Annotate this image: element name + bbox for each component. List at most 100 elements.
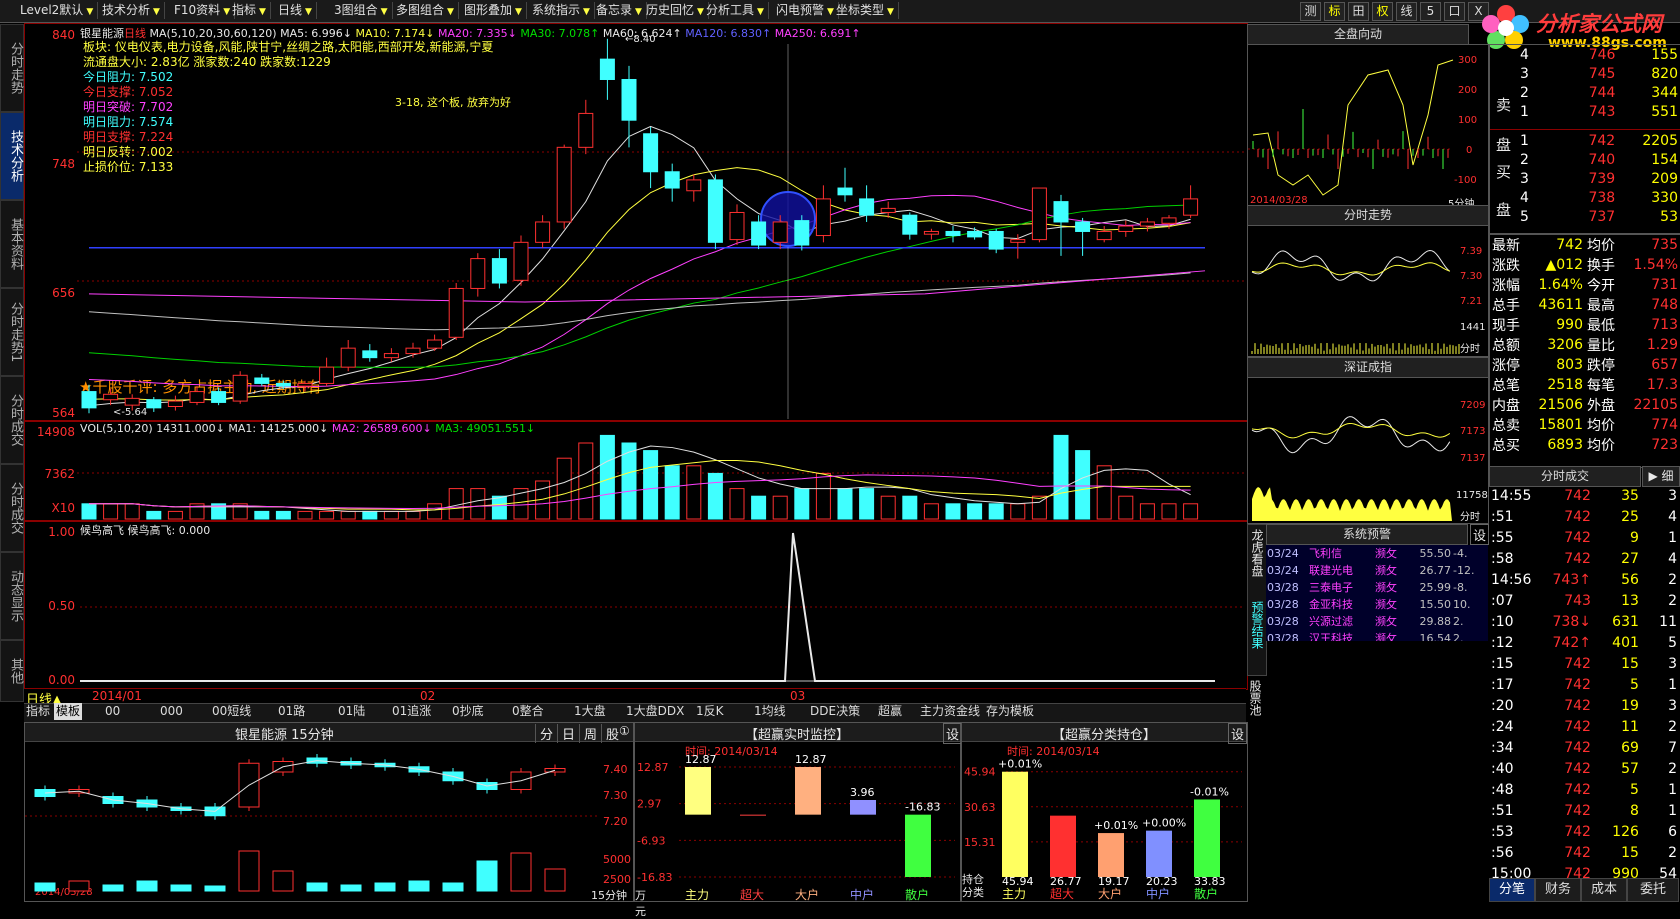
stat-row[interactable]: 总手 43611 最高 748	[1490, 295, 1680, 315]
buy-row[interactable]: 4 738 330	[1518, 188, 1680, 207]
buy-row[interactable]: 1 742 2205	[1518, 131, 1680, 150]
ind-tab-01chase[interactable]: 01追涨	[392, 703, 431, 720]
menu-level2[interactable]: Level2默认 ▼	[16, 2, 99, 19]
ind-tab-indicator[interactable]: 指标	[26, 703, 50, 720]
buy-row[interactable]: 2 740 154	[1518, 150, 1680, 169]
stat-row[interactable]: 总卖 15801 均价 774	[1490, 415, 1680, 435]
ind-tab-0bottom[interactable]: 0抄底	[452, 703, 484, 720]
index-chart[interactable]	[1248, 378, 1488, 523]
trade-row[interactable]: :56 742 15 2	[1489, 843, 1679, 864]
ind-tab-1market[interactable]: 1大盘	[574, 703, 606, 720]
menu-alert[interactable]: 闪电预警 ▼	[772, 2, 839, 19]
menu-tech-analysis[interactable]: 技术分析 ▼	[98, 2, 165, 19]
trade-row[interactable]: :48 742 5 1	[1489, 780, 1679, 801]
trade-row[interactable]: :40 742 57 2	[1489, 759, 1679, 780]
measure-icon[interactable]: 测	[1300, 2, 1321, 21]
side-tab-dynamic[interactable]: 动态显示	[0, 552, 24, 640]
trade-row[interactable]: :34 742 69 7	[1489, 738, 1679, 759]
side-tab-trades2[interactable]: 分时成交	[0, 464, 24, 552]
stat-row[interactable]: 总笔 2518 每笔 17.3	[1490, 375, 1680, 395]
trade-row[interactable]: :51 742 25 4	[1489, 507, 1679, 528]
line-icon[interactable]: 线	[1396, 2, 1417, 21]
menu-period[interactable]: 日线 ▼	[274, 2, 317, 19]
ind-tab-chaoying[interactable]: 超赢	[878, 703, 902, 720]
menu-indicator[interactable]: 指标 ▼	[228, 2, 271, 19]
ind-tab-00short[interactable]: 00短线	[212, 703, 251, 720]
trade-row[interactable]: :24 742 11 2	[1489, 717, 1679, 738]
tab-finance[interactable]: 财务	[1535, 878, 1581, 902]
ind-tab-mainfund[interactable]: 主力资金线	[920, 703, 980, 720]
side-tab-intraday[interactable]: 分时走势	[0, 24, 24, 112]
mini-btn-settings[interactable]: ①	[619, 724, 630, 738]
menu-f10[interactable]: F10资料 ▼	[170, 2, 236, 19]
kline-chart[interactable]	[25, 24, 1247, 421]
rights-icon[interactable]: 权	[1372, 2, 1393, 21]
trade-row[interactable]: 15:00 742 990 54	[1489, 864, 1679, 878]
holding-settings-button[interactable]: 设	[1228, 723, 1248, 744]
alert-row[interactable]: 03/28 汉王科技 濒攵 16.54 2.	[1266, 630, 1475, 641]
trade-row[interactable]: 14:55 742 35 3	[1489, 486, 1679, 507]
trade-row[interactable]: :53 742 126 6	[1489, 822, 1679, 843]
menu-memo[interactable]: 备忘录 ▼	[592, 2, 647, 19]
side-tab-trades[interactable]: 分时成交	[0, 376, 24, 464]
window-icon[interactable]: 口	[1444, 2, 1465, 21]
buy-row[interactable]: 3 739 209	[1518, 169, 1680, 188]
menu-system-hint[interactable]: 系统指示 ▼	[528, 2, 595, 19]
trade-row[interactable]: :07 743 13 2	[1489, 591, 1679, 612]
side-tab-tech[interactable]: 技术分析	[0, 112, 24, 200]
side-tab-intraday1[interactable]: 分时走势1	[0, 288, 24, 376]
menu-history[interactable]: 历史回忆 ▼	[642, 2, 709, 19]
trades-detail-button[interactable]: ▶ 细	[1642, 466, 1680, 487]
stat-row[interactable]: 涨跌 ▲012 换手 1.54%	[1490, 255, 1680, 275]
volume-chart[interactable]	[25, 421, 1247, 521]
ind-tab-00[interactable]: 00	[105, 703, 120, 720]
ind-tab-0merge[interactable]: 0整合	[512, 703, 544, 720]
ind-tab-01road[interactable]: 01路	[278, 703, 305, 720]
ind-tab-000[interactable]: 000	[160, 703, 183, 720]
alert-row[interactable]: 03/24 联建光电 濒攵 26.77 -12.	[1266, 562, 1475, 579]
stat-row[interactable]: 现手 990 最低 713	[1490, 315, 1680, 335]
alert-row[interactable]: 03/28 金亚科技 濒攵 15.50 10.	[1266, 596, 1475, 613]
ind-tab-dde[interactable]: DDE决策	[810, 703, 860, 720]
stat-row[interactable]: 最新 742 均价 735	[1490, 235, 1680, 255]
menu-tools[interactable]: 分析工具 ▼	[702, 2, 769, 19]
sell-row[interactable]: 1 743 551	[1518, 102, 1680, 121]
tab-orders[interactable]: 委托	[1627, 878, 1679, 902]
alert-row[interactable]: 03/28 三泰电子 濒攵 25.99 -8.	[1266, 579, 1475, 596]
alert-row[interactable]: 03/28 兴源过滤 濒攵 29.88 2.	[1266, 613, 1475, 630]
trade-row[interactable]: :55 742 9 1	[1489, 528, 1679, 549]
stat-row[interactable]: 涨幅 1.64% 今开 731	[1490, 275, 1680, 295]
ind-tab-01land[interactable]: 01陆	[338, 703, 365, 720]
menu-overlay[interactable]: 图形叠加 ▼	[460, 2, 527, 19]
indicator-chart[interactable]	[25, 521, 1247, 689]
trade-row[interactable]: :15 742 15 3	[1489, 654, 1679, 675]
stat-row[interactable]: 内盘 21506 外盘 22105	[1490, 395, 1680, 415]
stat-row[interactable]: 总额 3206 量比 1.29	[1490, 335, 1680, 355]
trade-row[interactable]: :17 742 5 1	[1489, 675, 1679, 696]
mark-icon[interactable]: 标	[1324, 2, 1345, 21]
vtab-alert-result[interactable]: 预警结果	[1249, 601, 1266, 649]
menu-axis-type[interactable]: 坐标类型 ▼	[832, 2, 899, 19]
ind-tab-1revk[interactable]: 1反K	[696, 703, 724, 720]
market-chart[interactable]	[1248, 45, 1488, 209]
trade-row[interactable]: :10 738↓ 631 11	[1489, 612, 1679, 633]
stat-row[interactable]: 总买 6893 均价 723	[1490, 435, 1680, 455]
five-icon[interactable]: 5	[1420, 2, 1441, 21]
trade-row[interactable]: 14:56 743↑ 56 2	[1489, 570, 1679, 591]
ind-tab-1ma[interactable]: 1均线	[754, 703, 786, 720]
trade-row[interactable]: :58 742 27 4	[1489, 549, 1679, 570]
trade-row[interactable]: :51 742 8 1	[1489, 801, 1679, 822]
vtab-stock-pool[interactable]: 股票池	[1248, 680, 1264, 716]
trade-row[interactable]: :20 742 19 3	[1489, 696, 1679, 717]
ind-tab-save-template[interactable]: 存为模板	[986, 703, 1034, 720]
ind-tab-1ddx[interactable]: 1大盘DDX	[626, 703, 684, 720]
side-tab-other[interactable]: 其他	[0, 640, 24, 702]
side-tab-basic[interactable]: 基本资料	[0, 200, 24, 288]
alert-row[interactable]: 03/24 飞利信 濒攵 55.50 -4.	[1266, 545, 1475, 562]
mini-kline-chart[interactable]	[25, 741, 600, 899]
sell-row[interactable]: 2 744 344	[1518, 83, 1680, 102]
sell-row[interactable]: 3 745 820	[1518, 64, 1680, 83]
tab-ticks[interactable]: 分笔	[1489, 878, 1535, 902]
stat-row[interactable]: 涨停 803 跌停 657	[1490, 355, 1680, 375]
intraday-chart[interactable]	[1248, 226, 1488, 356]
